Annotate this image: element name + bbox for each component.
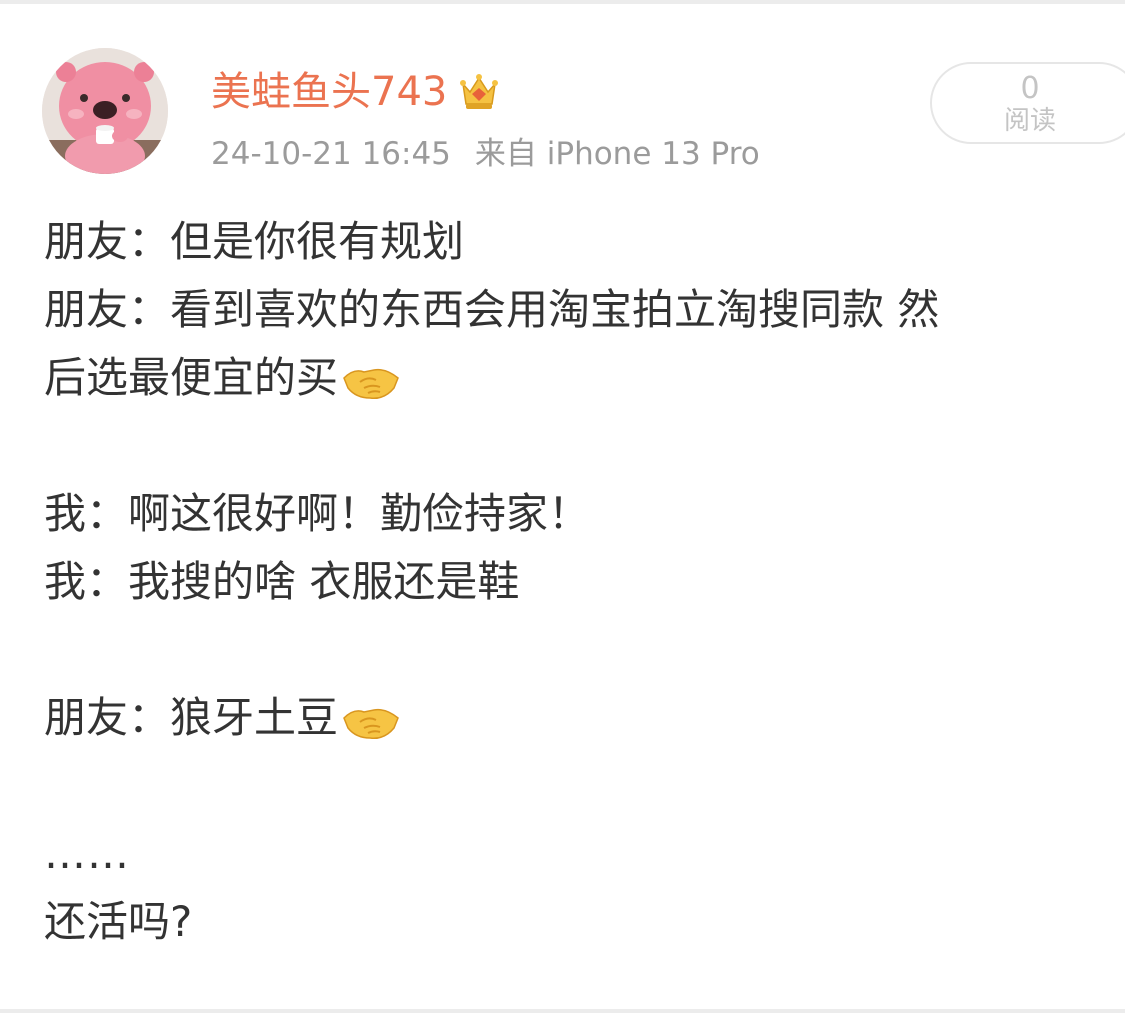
- username[interactable]: 美蛙鱼头743: [211, 62, 447, 122]
- post-text: 我：我搜的啥 衣服还是鞋: [44, 557, 520, 606]
- post-text: 我：啊这很好啊！勤俭持家！: [44, 489, 591, 538]
- post-body: 朋友：但是你很有规划 朋友：看到喜欢的东西会用淘宝拍立淘搜同款 然 后选最便宜的…: [44, 208, 1104, 956]
- post-timestamp: 24-10-21 16:45: [211, 136, 451, 172]
- handshake-emoji-icon: [340, 696, 402, 740]
- avatar[interactable]: [42, 48, 168, 174]
- post-line: ……: [44, 820, 1104, 888]
- top-divider: [0, 0, 1125, 4]
- post-text: 还活吗?: [44, 897, 193, 946]
- read-count-pill: 0 阅读: [930, 62, 1125, 144]
- post-text: 朋友：看到喜欢的东西会用淘宝拍立淘搜同款 然: [44, 285, 940, 334]
- post-line: 朋友：但是你很有规划: [44, 208, 1104, 276]
- post-text: 朋友：但是你很有规划: [44, 217, 465, 266]
- crown-badge-icon[interactable]: [457, 70, 501, 114]
- post-meta: 24-10-21 16:45 来自 iPhone 13 Pro: [211, 130, 760, 178]
- read-label: 阅读: [1003, 106, 1056, 136]
- post-text: 朋友：狼牙土豆: [44, 693, 339, 742]
- post-line: 朋友：看到喜欢的东西会用淘宝拍立淘搜同款 然: [44, 276, 1104, 344]
- post-source: 来自 iPhone 13 Pro: [474, 136, 760, 172]
- post-line: 还活吗?: [44, 888, 1104, 956]
- post-text: 后选最便宜的买: [44, 353, 339, 402]
- post-text: ……: [44, 829, 130, 878]
- post-line: 我：我搜的啥 衣服还是鞋: [44, 548, 1104, 616]
- post-line: 后选最便宜的买: [44, 344, 1104, 412]
- author-row: 美蛙鱼头743: [211, 62, 501, 122]
- bottom-divider: [0, 1009, 1125, 1013]
- read-count: 0: [1020, 71, 1040, 106]
- post-line: 朋友：狼牙土豆: [44, 684, 1104, 752]
- handshake-emoji-icon: [340, 356, 402, 400]
- post-line: 我：啊这很好啊！勤俭持家！: [44, 480, 1104, 548]
